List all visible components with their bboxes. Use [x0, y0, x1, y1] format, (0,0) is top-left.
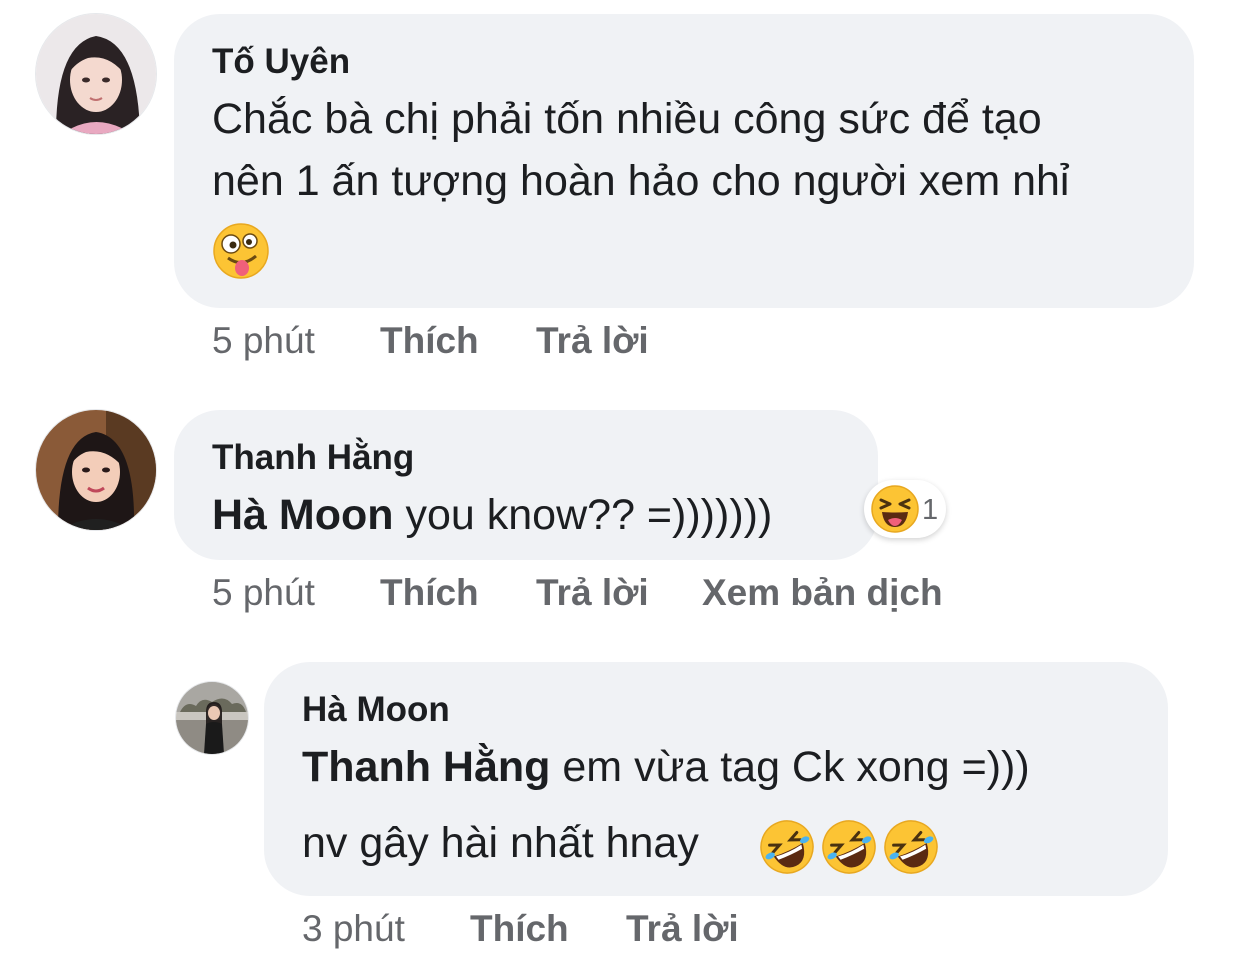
comment-author[interactable]: Tố Uyên [212, 42, 350, 82]
like-button[interactable]: Thích [380, 320, 479, 362]
mention-link[interactable]: Thanh Hằng [302, 743, 550, 791]
zany-face-emoji-icon [212, 222, 270, 280]
comment-author[interactable]: Thanh Hằng [212, 438, 414, 478]
see-translation-button[interactable]: Xem bản dịch [702, 572, 943, 614]
reaction-badge[interactable]: 1 [864, 480, 946, 538]
timestamp: 5 phút [212, 320, 315, 361]
rofl-face-icon [882, 818, 940, 876]
comment-text-line-2: nên 1 ấn tượng hoàn hảo cho người xem nh… [212, 157, 1070, 205]
comment-text-content: you know?? =))))))) [393, 491, 773, 539]
comment-text-content: nv gây hài nhất hnay [302, 819, 699, 867]
comment-bubble-2: Thanh Hằng Hà Moon you know?? =))))))) [174, 410, 878, 560]
like-button[interactable]: Thích [380, 572, 479, 614]
comment-actions-1: 5 phút Thích Trả lời [212, 320, 812, 364]
comment-text-line-1: Chắc bà chị phải tốn nhiều công sức để t… [212, 95, 1042, 143]
comment-author[interactable]: Hà Moon [302, 690, 450, 730]
reply-button[interactable]: Trả lời [626, 908, 739, 950]
comment-text: Hà Moon you know?? =))))))) [212, 484, 772, 546]
rofl-emoji-group [758, 812, 958, 874]
comment-text-line-1: Thanh Hằng em vừa tag Ck xong =))) [302, 736, 1030, 798]
comment-bubble-1: Tố Uyên Chắc bà chị phải tốn nhiều công … [174, 14, 1194, 308]
timestamp: 3 phút [302, 908, 405, 949]
reply-button[interactable]: Trả lời [536, 572, 649, 614]
timestamp: 5 phút [212, 572, 315, 613]
laughing-face-icon [870, 484, 920, 534]
rofl-face-icon [758, 818, 816, 876]
comment-text-content: em vừa tag Ck xong =))) [550, 743, 1030, 791]
mention-link[interactable]: Hà Moon [212, 491, 394, 539]
reaction-count: 1 [922, 494, 939, 526]
avatar-ha-moon[interactable] [176, 682, 248, 754]
like-button[interactable]: Thích [470, 908, 569, 950]
comment-text-line-2: nv gây hài nhất hnay [302, 812, 699, 874]
rofl-face-icon [820, 818, 878, 876]
avatar-to-uyen[interactable] [36, 14, 156, 134]
comment-bubble-3: Hà Moon Thanh Hằng em vừa tag Ck xong =)… [264, 662, 1168, 896]
comment-actions-2: 5 phút Thích Trả lời Xem bản dịch [212, 572, 1112, 616]
comment-actions-3: 3 phút Thích Trả lời [302, 908, 902, 952]
reply-button[interactable]: Trả lời [536, 320, 649, 362]
avatar-thanh-hang[interactable] [36, 410, 156, 530]
